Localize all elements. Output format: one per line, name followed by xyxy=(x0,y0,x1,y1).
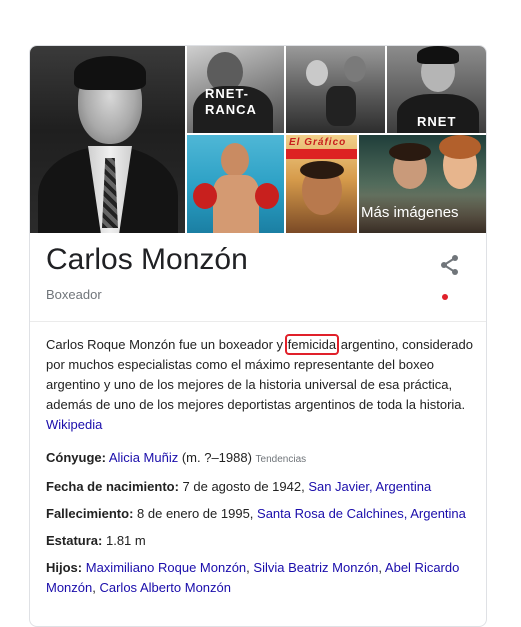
fact-birth: Fecha de nacimiento: 7 de agosto de 1942… xyxy=(46,477,476,497)
photo-thumbnail[interactable] xyxy=(286,46,385,133)
photo-thumbnail[interactable]: El Gráfico xyxy=(286,135,357,233)
fact-death: Fallecimiento: 8 de enero de 1995, Santa… xyxy=(46,504,476,524)
child-link[interactable]: Carlos Alberto Monzón xyxy=(99,580,231,595)
child-link[interactable]: Maximiliano Roque Monzón xyxy=(86,560,246,575)
facts-list: Cónyuge: Alicia Muñiz (m. ?–1988) Tenden… xyxy=(46,448,476,605)
fact-label: Hijos: xyxy=(46,560,83,575)
fact-label: Fecha de nacimiento: xyxy=(46,479,179,494)
fact-value: (m. ?–1988) xyxy=(178,450,256,465)
share-icon[interactable] xyxy=(438,253,462,277)
fact-label: Cónyuge: xyxy=(46,450,106,465)
entity-subtitle: Boxeador xyxy=(46,287,102,302)
fact-value: 1.81 m xyxy=(102,533,146,548)
entity-name: Carlos Monzón xyxy=(46,243,248,276)
trend-label: Tendencias xyxy=(255,454,307,465)
fact-value: 7 de agosto de 1942, xyxy=(178,479,309,494)
title-section: Carlos Monzón Boxeador xyxy=(30,233,486,322)
photo-caption: RNET xyxy=(417,114,457,129)
more-images-link[interactable]: Más imágenes xyxy=(361,204,459,221)
highlighted-word: femicida xyxy=(284,334,340,355)
fact-value: 8 de enero de 1995, xyxy=(133,506,258,521)
fact-children: Hijos: Maximiliano Roque Monzón, Silvia … xyxy=(46,558,476,598)
fact-spouse: Cónyuge: Alicia Muñiz (m. ?–1988) Tenden… xyxy=(46,448,476,470)
image-gallery: RNET- RANCA RNET El Gráfico Más imágenes xyxy=(30,46,486,233)
photo-thumbnail[interactable] xyxy=(187,135,284,233)
main-photo[interactable] xyxy=(30,46,185,233)
description: Carlos Roque Monzón fue un boxeador y fe… xyxy=(46,334,474,435)
fact-label: Fallecimiento: xyxy=(46,506,134,521)
photo-thumbnail[interactable]: RNET xyxy=(387,46,486,133)
description-text: Carlos Roque Monzón fue un boxeador y xyxy=(46,337,287,352)
photo-caption: RNET- RANCA xyxy=(205,86,257,117)
photo-thumbnail[interactable]: RNET- RANCA xyxy=(187,46,284,133)
annotation-dot xyxy=(442,294,448,300)
birthplace-link[interactable]: San Javier, Argentina xyxy=(308,479,431,494)
magazine-title: El Gráfico xyxy=(289,137,347,148)
knowledge-panel: RNET- RANCA RNET El Gráfico Más imágenes… xyxy=(29,45,487,627)
deathplace-link[interactable]: Santa Rosa de Calchines, Argentina xyxy=(257,506,466,521)
child-link[interactable]: Silvia Beatriz Monzón xyxy=(253,560,378,575)
fact-height: Estatura: 1.81 m xyxy=(46,531,476,551)
wikipedia-link[interactable]: Wikipedia xyxy=(46,417,102,432)
fact-label: Estatura: xyxy=(46,533,103,548)
spouse-link[interactable]: Alicia Muñiz xyxy=(109,450,178,465)
